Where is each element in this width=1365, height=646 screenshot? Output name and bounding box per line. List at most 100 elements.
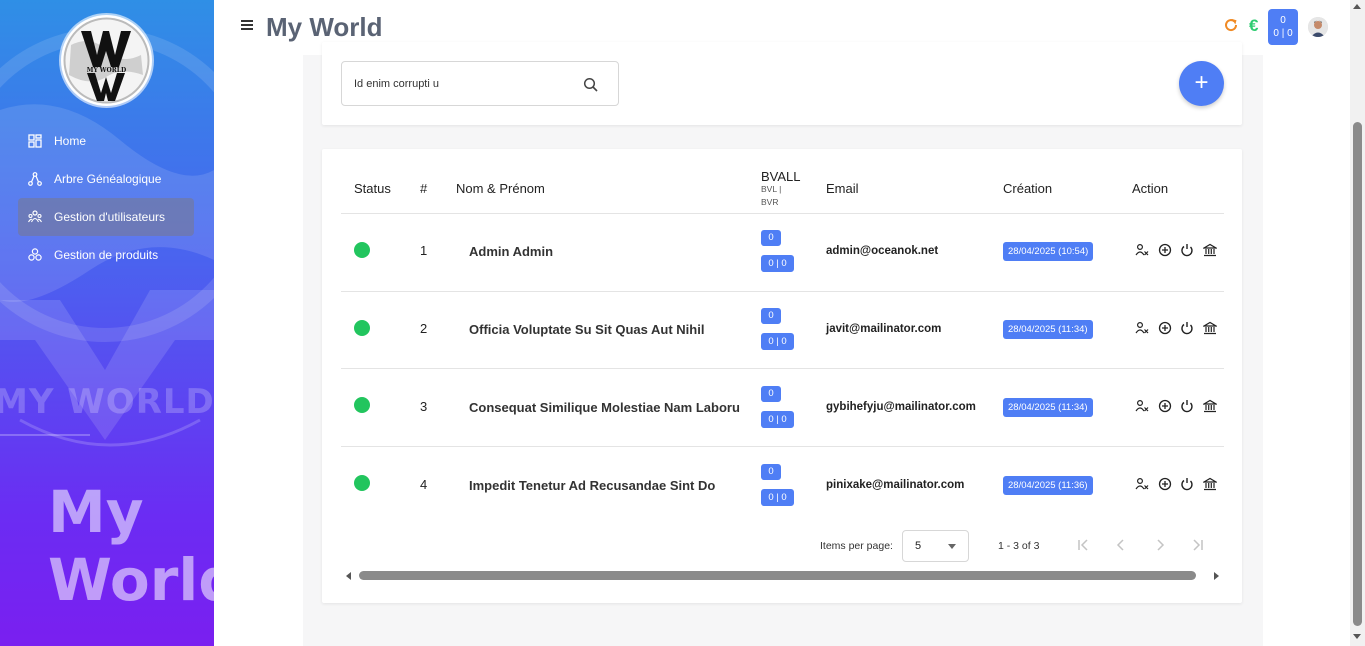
user-email: admin@oceanok.net (826, 245, 939, 257)
user-name: Officia Voluptate Su Sit Quas Aut Nihil (469, 322, 705, 337)
user-avatar-icon (1308, 17, 1328, 37)
search-card: + (322, 42, 1242, 125)
row-actions (1135, 321, 1225, 335)
scroll-left-arrow-icon[interactable] (346, 572, 351, 580)
horizontal-scroll-thumb[interactable] (359, 571, 1196, 580)
counter-bottom: 0 | 0 (1273, 28, 1293, 39)
page-range-label: 1 - 3 of 3 (998, 540, 1040, 552)
logo-globe-icon (63, 17, 150, 104)
creation-date-badge: 28/04/2025 (11:36) (1003, 476, 1093, 495)
table-row[interactable]: 1 Admin Admin 0 0 | 0 admin@oceanok.net … (341, 213, 1224, 291)
header-bvall[interactable]: BVALL (761, 169, 801, 184)
row-actions (1135, 399, 1225, 413)
search-icon[interactable] (583, 77, 599, 93)
table-horizontal-scrollbar[interactable] (341, 569, 1224, 583)
tree-icon (28, 172, 42, 186)
power-icon[interactable] (1180, 321, 1194, 335)
bvl-bvr-badge: 0 | 0 (761, 489, 794, 506)
euro-icon[interactable]: € (1249, 16, 1258, 36)
row-number: 1 (420, 243, 428, 258)
header-bvr: BVR (761, 197, 779, 207)
menu-icon[interactable] (241, 20, 253, 30)
table-row[interactable]: 3 Consequat Similique Molestiae Nam Labo… (341, 368, 1224, 446)
header-name[interactable]: Nom & Prénom (456, 181, 545, 196)
power-icon[interactable] (1180, 477, 1194, 491)
scroll-down-arrow-icon[interactable] (1353, 634, 1361, 639)
page-title: My World (266, 12, 383, 42)
first-page-icon[interactable] (1074, 536, 1092, 554)
items-per-page-select[interactable]: 5 (902, 530, 969, 562)
sidebar-item-family-tree[interactable]: Arbre Généalogique (18, 160, 194, 198)
refresh-icon[interactable] (1223, 17, 1239, 33)
sidebar-item-label: Gestion de produits (54, 248, 159, 262)
search-field[interactable] (341, 61, 619, 106)
header-number[interactable]: # (420, 181, 427, 196)
scroll-up-arrow-icon[interactable] (1353, 4, 1361, 9)
header-action: Action (1132, 181, 1169, 196)
sidebar-item-label: Gestion d'utilisateurs (54, 210, 166, 224)
avatar[interactable] (1308, 17, 1328, 37)
creation-date-badge: 28/04/2025 (11:34) (1003, 320, 1093, 339)
header-bvl: BVL | (761, 184, 782, 194)
vertical-scroll-thumb[interactable] (1353, 122, 1362, 626)
header-creation[interactable]: Création (1003, 181, 1052, 196)
row-number: 2 (420, 321, 428, 336)
sidebar-watermark-text: MY WORLD (0, 382, 214, 422)
bank-icon[interactable] (1202, 321, 1217, 335)
status-indicator (354, 320, 370, 336)
sidebar-item-home[interactable]: Home (18, 122, 194, 160)
balance-counter[interactable]: 0 0 | 0 (1268, 9, 1298, 45)
row-actions (1135, 477, 1225, 491)
row-actions (1135, 243, 1225, 257)
user-remove-icon[interactable] (1135, 477, 1149, 491)
add-user-button[interactable]: + (1179, 61, 1224, 106)
add-circle-icon[interactable] (1158, 321, 1172, 335)
sidebar-item-products[interactable]: Gestion de produits (18, 236, 194, 274)
bvall-badge: 0 (761, 386, 781, 402)
bank-icon[interactable] (1202, 243, 1217, 257)
bvall-badge: 0 (761, 230, 781, 246)
previous-page-icon[interactable] (1112, 536, 1130, 554)
user-remove-icon[interactable] (1135, 399, 1149, 413)
page-vertical-scrollbar[interactable] (1350, 0, 1365, 646)
bank-icon[interactable] (1202, 477, 1217, 491)
bvl-bvr-badge: 0 | 0 (761, 411, 794, 428)
user-remove-icon[interactable] (1135, 243, 1149, 257)
user-remove-icon[interactable] (1135, 321, 1149, 335)
scroll-right-arrow-icon[interactable] (1214, 572, 1219, 580)
user-email: gybihefyju@mailinator.com (826, 401, 976, 413)
items-per-page-label: Items per page: (820, 540, 893, 552)
status-indicator (354, 242, 370, 258)
search-input[interactable] (354, 75, 574, 93)
add-circle-icon[interactable] (1158, 399, 1172, 413)
sidebar-big-watermark: My World (48, 478, 214, 614)
add-circle-icon[interactable] (1158, 477, 1172, 491)
bvl-bvr-badge: 0 | 0 (761, 255, 794, 272)
table-row[interactable]: 2 Officia Voluptate Su Sit Quas Aut Nihi… (341, 291, 1224, 369)
power-icon[interactable] (1180, 399, 1194, 413)
add-circle-icon[interactable] (1158, 243, 1172, 257)
next-page-icon[interactable] (1151, 536, 1169, 554)
counter-top: 0 (1280, 15, 1286, 26)
user-name: Consequat Similique Molestiae Nam Laboru (469, 400, 740, 415)
last-page-icon[interactable] (1189, 536, 1207, 554)
user-name: Impedit Tenetur Ad Recusandae Sint Do (469, 478, 716, 493)
chevron-down-icon (948, 544, 956, 549)
creation-date-badge: 28/04/2025 (10:54) (1003, 242, 1094, 261)
header-email[interactable]: Email (826, 181, 859, 196)
app-logo[interactable]: MY WORLD (61, 15, 152, 106)
sidebar-item-label: Arbre Généalogique (54, 172, 162, 186)
logo-text: MY WORLD (86, 67, 127, 74)
products-icon (28, 248, 42, 261)
bvall-badge: 0 (761, 464, 781, 480)
items-per-page-value: 5 (915, 540, 922, 552)
dashboard-icon (28, 134, 42, 148)
table-row[interactable]: 4 Impedit Tenetur Ad Recusandae Sint Do … (341, 446, 1224, 524)
bvl-bvr-badge: 0 | 0 (761, 333, 794, 350)
power-icon[interactable] (1180, 243, 1194, 257)
row-number: 3 (420, 399, 428, 414)
header-status[interactable]: Status (354, 181, 391, 196)
sidebar-item-users[interactable]: Gestion d'utilisateurs (18, 198, 194, 236)
sidebar: MY WORLD My World MY WORLD Home (0, 0, 214, 646)
bank-icon[interactable] (1202, 399, 1217, 413)
